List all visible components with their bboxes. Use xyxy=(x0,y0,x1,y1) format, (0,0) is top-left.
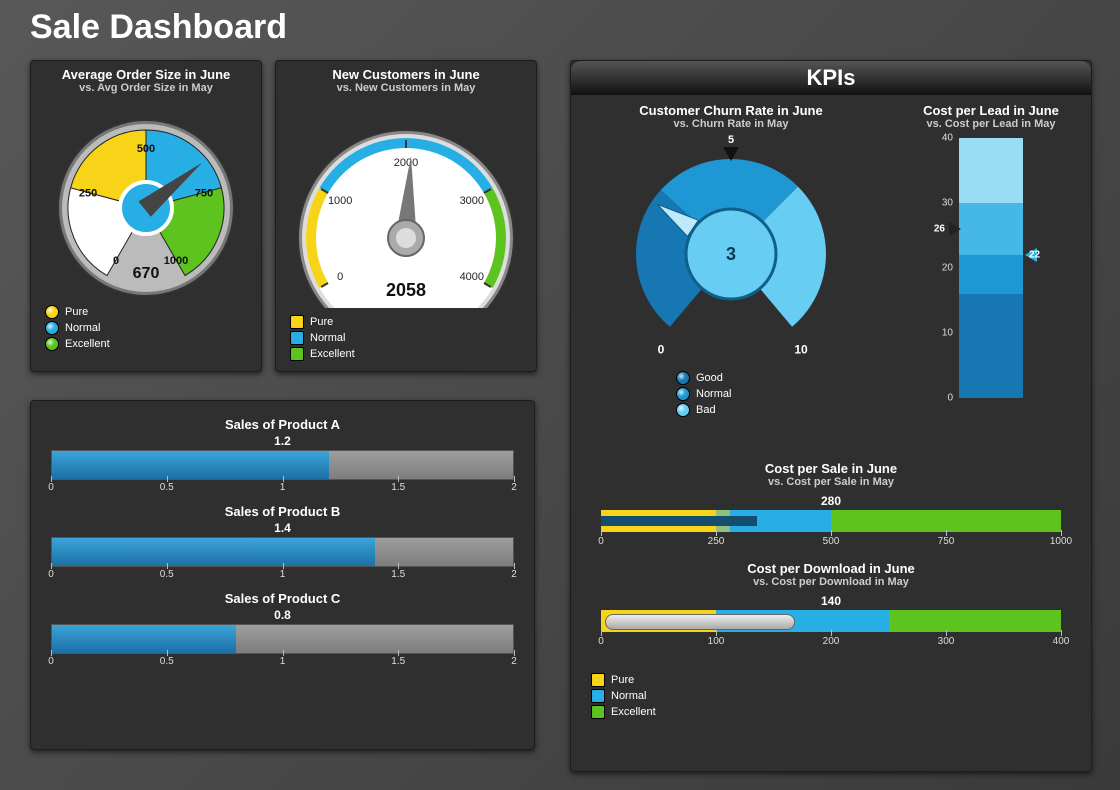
bullet-value: 140 xyxy=(591,594,1071,608)
product-value: 1.4 xyxy=(51,521,514,535)
panel-new-customers: New Customers in June vs. New Customers … xyxy=(275,60,537,372)
svg-text:3: 3 xyxy=(726,244,736,264)
panel-avg-order: Average Order Size in June vs. Avg Order… xyxy=(30,60,262,372)
kpi-legend: PureNormalExcellent xyxy=(591,671,656,721)
product-value: 0.8 xyxy=(51,608,514,622)
product-name: Sales of Product C xyxy=(51,585,514,606)
kpi-cost-sale: Cost per Sale in Junevs. Cost per Sale i… xyxy=(591,461,1071,552)
churn-subtitle: vs. Churn Rate in May xyxy=(581,118,881,134)
panel-products: Sales of Product A1.200.511.52Sales of P… xyxy=(30,400,535,750)
svg-text:1000: 1000 xyxy=(328,195,352,207)
svg-text:670: 670 xyxy=(133,265,160,282)
svg-text:0: 0 xyxy=(658,342,665,356)
product-value: 1.2 xyxy=(51,434,514,448)
bullet-title: Cost per Sale in June xyxy=(591,461,1071,476)
svg-text:500: 500 xyxy=(137,143,155,155)
product-ticks: 00.511.52 xyxy=(51,567,514,585)
bullet-title: Cost per Download in June xyxy=(591,561,1071,576)
product-ticks: 00.511.52 xyxy=(51,480,514,498)
bullet-ticks: 0100200300400 xyxy=(601,634,1061,652)
svg-text:250: 250 xyxy=(79,187,97,199)
cost-lead-thermometer: 0102030402622 xyxy=(959,138,1023,428)
bullet-subtitle: vs. Cost per Sale in May xyxy=(591,476,1071,492)
new-cust-gauge: 0 1000 2000 3000 4000 2058 xyxy=(276,98,536,308)
page-title: Sale Dashboard xyxy=(30,8,287,47)
churn-title: Customer Churn Rate in June xyxy=(581,103,881,118)
svg-text:2058: 2058 xyxy=(386,280,426,300)
product-ticks: 00.511.52 xyxy=(51,654,514,672)
kpi-cost-download: Cost per Download in Junevs. Cost per Do… xyxy=(591,561,1071,652)
product-name: Sales of Product B xyxy=(51,498,514,519)
bullet-value: 280 xyxy=(591,494,1071,508)
cost-lead-subtitle: vs. Cost per Lead in May xyxy=(901,118,1081,134)
avg-order-subtitle: vs. Avg Order Size in May xyxy=(31,82,261,98)
avg-order-gauge: 0 250 500 750 1000 670 xyxy=(31,98,261,298)
svg-text:0: 0 xyxy=(337,271,343,283)
svg-text:0: 0 xyxy=(113,255,119,267)
cost-lead-title: Cost per Lead in June xyxy=(901,103,1081,118)
svg-text:10: 10 xyxy=(794,342,808,356)
bullet-chart xyxy=(601,510,1061,532)
svg-text:5: 5 xyxy=(728,134,734,146)
svg-text:1000: 1000 xyxy=(164,255,188,267)
kpi-churn: Customer Churn Rate in June vs. Churn Ra… xyxy=(581,103,881,419)
bullet-subtitle: vs. Cost per Download in May xyxy=(591,576,1071,592)
bullet-chart xyxy=(601,610,1061,632)
svg-text:3000: 3000 xyxy=(460,195,484,207)
svg-text:750: 750 xyxy=(195,187,213,199)
bullet-ticks: 02505007501000 xyxy=(601,534,1061,552)
churn-legend: GoodNormalBad xyxy=(581,371,881,417)
product-name: Sales of Product A xyxy=(51,411,514,432)
new-cust-title: New Customers in June xyxy=(276,61,536,82)
kpi-cost-lead: Cost per Lead in June vs. Cost per Lead … xyxy=(901,103,1081,428)
new-cust-legend: PureNormalExcellent xyxy=(276,315,536,371)
avg-order-title: Average Order Size in June xyxy=(31,61,261,82)
svg-text:2000: 2000 xyxy=(394,157,418,169)
svg-text:4000: 4000 xyxy=(460,271,484,283)
churn-gauge: 3 5 0 10 xyxy=(581,134,881,364)
avg-order-legend: PureNormalExcellent xyxy=(31,305,261,361)
new-cust-subtitle: vs. New Customers in May xyxy=(276,82,536,98)
kpi-title: KPIs xyxy=(571,61,1091,95)
panel-kpi: KPIs Customer Churn Rate in June vs. Chu… xyxy=(570,60,1092,772)
